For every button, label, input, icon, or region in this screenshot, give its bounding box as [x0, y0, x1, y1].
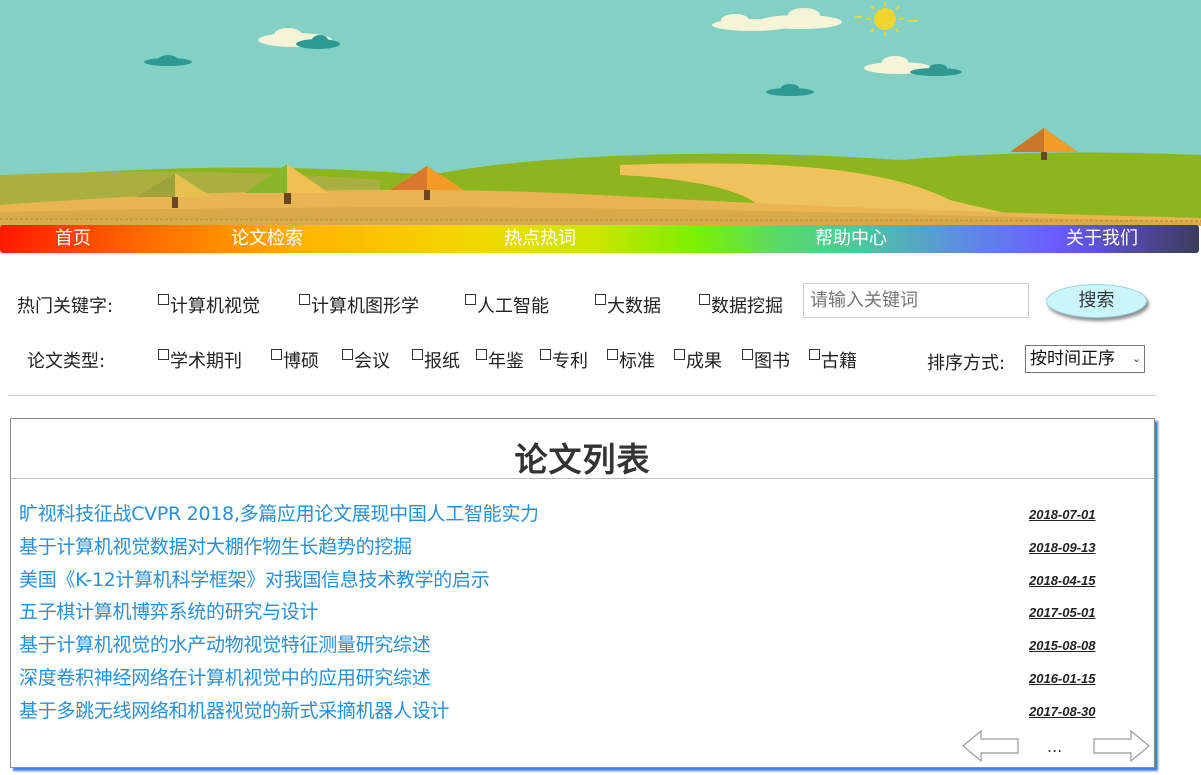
type-checkbox-journal[interactable]: 学术期刊	[158, 347, 242, 373]
paper-title-link[interactable]: 五子棋计算机博弈系统的研究与设计	[19, 597, 319, 624]
type-checkbox-conference[interactable]: 会议	[342, 347, 390, 373]
divider	[8, 395, 1156, 396]
checkbox-box[interactable]	[158, 294, 169, 305]
paper-type-label: 论文类型:	[27, 351, 106, 372]
sort-label: 排序方式:	[927, 353, 1006, 374]
checkbox-label: 会议	[354, 351, 390, 372]
type-checkbox-yearbook[interactable]: 年鉴	[476, 347, 524, 373]
checkbox-box[interactable]	[595, 294, 606, 305]
checkbox-label: 人工智能	[477, 296, 549, 317]
checkbox-label: 成果	[686, 351, 722, 372]
paper-title-link[interactable]: 基于计算机视觉数据对大棚作物生长趋势的挖掘	[19, 532, 412, 559]
list-item: 深度卷积神经网络在计算机视觉中的应用研究综述 2016-01-15	[11, 663, 1154, 696]
paper-title-link[interactable]: 基于计算机视觉的水产动物视觉特征测量研究综述	[19, 630, 431, 657]
list-item: 基于计算机视觉的水产动物视觉特征测量研究综述 2015-08-08	[11, 630, 1154, 663]
nav-item-home[interactable]: 首页	[55, 225, 91, 253]
list-item: 五子棋计算机博弈系统的研究与设计 2017-05-01	[11, 597, 1154, 630]
pager-ellipsis: ...	[1047, 737, 1063, 756]
checkbox-label: 计算机视觉	[170, 296, 260, 317]
checkbox-label: 大数据	[607, 296, 661, 317]
list-item: 基于计算机视觉数据对大棚作物生长趋势的挖掘 2018-09-13	[11, 532, 1154, 565]
list-item: 旷视科技征战CVPR 2018,多篇应用论文展现中国人工智能实力 2018-07…	[11, 499, 1154, 532]
paper-list-title: 论文列表	[514, 440, 651, 479]
checkbox-label: 古籍	[821, 351, 857, 372]
checkbox-label: 年鉴	[488, 351, 524, 372]
nav-item-about-us[interactable]: 关于我们	[1066, 225, 1138, 253]
checkbox-label: 图书	[754, 351, 790, 372]
checkbox-label: 专利	[552, 351, 588, 372]
sort-select[interactable]: 按时间正序 ⌄	[1025, 345, 1145, 373]
divider	[11, 478, 1154, 479]
paper-date: 2017-05-01	[1029, 605, 1096, 620]
checkbox-box[interactable]	[271, 349, 282, 360]
paper-date: 2018-09-13	[1029, 540, 1096, 555]
list-item: 基于多跳无线网络和机器视觉的新式采摘机器人设计 2017-08-30	[11, 696, 1154, 729]
paper-date: 2015-08-08	[1029, 638, 1096, 653]
next-page-arrow-icon[interactable]	[1091, 729, 1151, 763]
checkbox-box[interactable]	[342, 349, 353, 360]
checkbox-box[interactable]	[412, 349, 423, 360]
checkbox-label: 博硕	[283, 351, 319, 372]
keyword-checkbox-data-mining[interactable]: 数据挖掘	[699, 292, 783, 318]
paper-title-link[interactable]: 旷视科技征战CVPR 2018,多篇应用论文展现中国人工智能实力	[19, 499, 539, 526]
checkbox-label: 报纸	[424, 351, 460, 372]
search-button[interactable]: 搜索	[1046, 284, 1147, 318]
paper-date: 2018-07-01	[1029, 507, 1096, 522]
checkbox-box[interactable]	[465, 294, 476, 305]
checkbox-box[interactable]	[699, 294, 710, 305]
type-checkbox-patent[interactable]: 专利	[540, 347, 588, 373]
nav-item-paper-search[interactable]: 论文检索	[231, 225, 303, 253]
checkbox-box[interactable]	[674, 349, 685, 360]
hot-keywords-label: 热门关键字:	[17, 296, 114, 317]
type-checkbox-ancient-books[interactable]: 古籍	[809, 347, 857, 373]
checkbox-box[interactable]	[809, 349, 820, 360]
checkbox-label: 标准	[619, 351, 655, 372]
checkbox-label: 计算机图形学	[311, 296, 419, 317]
paper-date: 2018-04-15	[1029, 573, 1096, 588]
type-checkbox-standard[interactable]: 标准	[607, 347, 655, 373]
paper-title-link[interactable]: 深度卷积神经网络在计算机视觉中的应用研究综述	[19, 663, 431, 690]
prev-page-arrow-icon[interactable]	[961, 729, 1021, 763]
sort-selected-value: 按时间正序	[1030, 349, 1115, 369]
checkbox-box[interactable]	[476, 349, 487, 360]
list-item: 美国《K-12计算机科学框架》对我国信息技术教学的启示 2018-04-15	[11, 565, 1154, 598]
checkbox-label: 学术期刊	[170, 351, 242, 372]
checkbox-box[interactable]	[742, 349, 753, 360]
chevron-down-icon: ⌄	[1131, 352, 1141, 365]
paper-title-link[interactable]: 美国《K-12计算机科学框架》对我国信息技术教学的启示	[19, 565, 490, 592]
type-checkbox-newspaper[interactable]: 报纸	[412, 347, 460, 373]
keyword-checkbox-ai[interactable]: 人工智能	[465, 292, 549, 318]
paper-list-panel: 论文列表 旷视科技征战CVPR 2018,多篇应用论文展现中国人工智能实力 20…	[10, 418, 1155, 768]
checkbox-label: 数据挖掘	[711, 296, 783, 317]
keyword-checkbox-big-data[interactable]: 大数据	[595, 292, 661, 318]
checkbox-box[interactable]	[158, 349, 169, 360]
type-checkbox-book[interactable]: 图书	[742, 347, 790, 373]
banner-illustration	[0, 0, 1201, 226]
paper-date: 2017-08-30	[1029, 704, 1096, 719]
paper-date: 2016-01-15	[1029, 671, 1096, 686]
type-checkbox-thesis[interactable]: 博硕	[271, 347, 319, 373]
checkbox-box[interactable]	[607, 349, 618, 360]
checkbox-box[interactable]	[540, 349, 551, 360]
main-nav-bar: 首页 论文检索 热点热词 帮助中心 关于我们	[0, 225, 1199, 253]
search-input[interactable]	[803, 283, 1029, 318]
checkbox-box[interactable]	[299, 294, 310, 305]
nav-item-help-center[interactable]: 帮助中心	[815, 225, 887, 253]
keyword-checkbox-computer-graphics[interactable]: 计算机图形学	[299, 292, 419, 318]
keyword-checkbox-computer-vision[interactable]: 计算机视觉	[158, 292, 260, 318]
type-checkbox-achievement[interactable]: 成果	[674, 347, 722, 373]
paper-title-link[interactable]: 基于多跳无线网络和机器视觉的新式采摘机器人设计	[19, 696, 449, 723]
nav-item-hot-words[interactable]: 热点热词	[504, 225, 576, 253]
